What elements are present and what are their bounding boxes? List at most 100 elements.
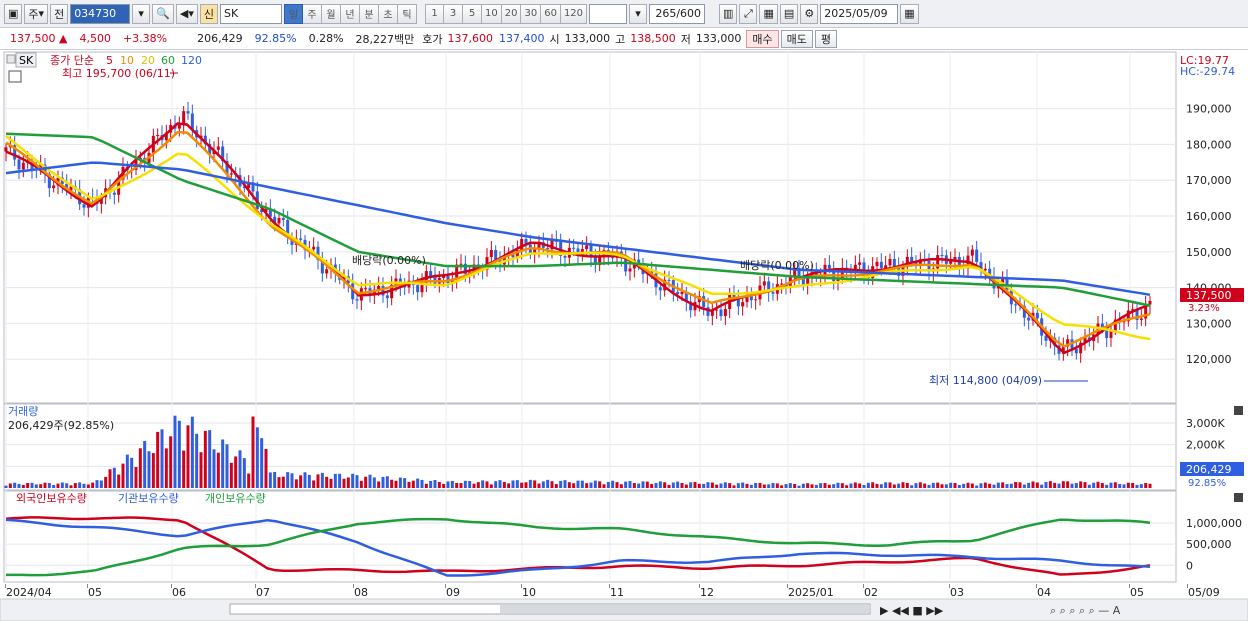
interval-60[interactable]: 60 <box>541 3 561 24</box>
name-input[interactable]: SK <box>220 3 282 24</box>
interval-5[interactable]: 5 <box>463 3 482 24</box>
volume-bar <box>901 482 905 488</box>
price-tick-label: 190,000 <box>1186 103 1232 116</box>
candle-body <box>299 238 303 240</box>
volume-bar <box>871 482 875 488</box>
interval-10[interactable]: 10 <box>482 3 502 24</box>
interval-30[interactable]: 30 <box>521 3 542 24</box>
volume-bar <box>914 483 918 488</box>
volume-bar <box>684 484 688 488</box>
volume-bar <box>537 483 541 488</box>
volume-bar <box>238 450 242 488</box>
candle-body <box>489 250 493 258</box>
tab-minute[interactable]: 분 <box>360 3 379 24</box>
open-price: 133,000 <box>564 32 611 45</box>
ex-dividend-note-2: 배당락(0.00%) <box>740 259 814 272</box>
speaker-icon[interactable]: ◀▾ <box>175 3 198 24</box>
volume-bar <box>17 483 21 488</box>
symbol-label: SK <box>19 54 34 67</box>
volume-bar <box>260 438 264 488</box>
settings-icon[interactable] <box>6 54 16 64</box>
tab-tick[interactable]: 틱 <box>398 3 417 24</box>
buy-button[interactable]: 매수 <box>746 29 779 48</box>
interval-20[interactable]: 20 <box>501 3 522 24</box>
tab-year[interactable]: 년 <box>341 3 360 24</box>
x-tick-label: 09 <box>446 586 460 599</box>
volume-bar <box>975 485 979 488</box>
volume-bar <box>736 483 740 488</box>
calculator-icon[interactable] <box>8 70 22 83</box>
close-icon[interactable] <box>1234 406 1243 415</box>
sell-button[interactable]: 매도 <box>780 29 813 48</box>
candle-body <box>494 250 498 260</box>
compare-icon[interactable]: ⤢ <box>739 3 758 24</box>
save-icon[interactable]: ▤ <box>779 3 799 24</box>
volume-bar <box>151 453 155 488</box>
interval-1[interactable]: 1 <box>425 3 444 24</box>
volume-bar <box>173 415 177 488</box>
chart-type-icon[interactable]: ▥ <box>719 3 738 24</box>
volume-bar <box>104 476 108 488</box>
volume-bar <box>546 479 550 488</box>
dropdown-icon[interactable]: ▾ <box>132 3 151 24</box>
volume-bar <box>988 483 992 488</box>
volume-bar <box>143 440 147 488</box>
candle-body <box>572 247 576 249</box>
low-note: 최저 114,800 (04/09) <box>929 374 1042 387</box>
scroll-controls-icon[interactable]: ▶ ◀◀ ■ ▶▶ <box>880 604 944 617</box>
volume-bar <box>1048 481 1052 488</box>
volume-bar <box>615 482 619 488</box>
scroll-thumb[interactable] <box>500 605 870 613</box>
calendar-icon[interactable]: ▦ <box>900 3 919 24</box>
stock-chart[interactable]: 190,000180,000170,000160,000150,000140,0… <box>0 50 1248 622</box>
chart-area[interactable]: 190,000180,000170,000160,000150,000140,0… <box>0 50 1248 622</box>
candle-body <box>82 204 86 208</box>
market-select[interactable]: 주 ▾ <box>24 3 49 24</box>
code-input[interactable]: 034730 <box>70 3 131 24</box>
volume-bar <box>927 484 931 488</box>
zoom-tools-icon[interactable]: ⌕ ⌕ ⌕ ⌕ ⌕ — A <box>1050 604 1121 617</box>
tab-week[interactable]: 주 <box>303 3 322 24</box>
volume-bar <box>472 483 476 488</box>
interval-tabs: 1 3 5 10 20 30 60 120 <box>425 3 588 24</box>
window-icon[interactable]: ▣ <box>4 3 23 24</box>
volume-bar <box>780 485 784 488</box>
close-icon[interactable] <box>1234 493 1243 502</box>
date-input[interactable]: 2025/05/09 <box>820 3 899 24</box>
indicator-icon[interactable]: ▦ <box>759 3 778 24</box>
volume-bar <box>1131 482 1135 488</box>
volume-bar <box>476 482 480 488</box>
interval-120[interactable]: 120 <box>560 3 588 24</box>
volume-bar <box>225 444 229 488</box>
volume-bar <box>671 482 675 488</box>
volume-bar <box>667 484 671 488</box>
custom-interval-input[interactable] <box>589 3 628 24</box>
search-icon[interactable]: 🔍 <box>152 3 174 24</box>
volume-bar <box>745 483 749 488</box>
x-axis-ticks: 2024/04 05 06 07 08 09 10 11 12 2025/01 02 03 04 05 05… <box>5 584 1220 599</box>
volume-bar <box>303 472 307 488</box>
prev-button[interactable]: 전 <box>50 3 69 24</box>
volume-current-tag-text: 206,429 <box>1186 463 1232 476</box>
tab-day[interactable]: 일 <box>284 3 303 24</box>
volume-bar <box>1139 484 1143 488</box>
interval-3[interactable]: 3 <box>444 3 463 24</box>
volume-bar <box>996 482 1000 488</box>
volume-bar <box>112 467 116 488</box>
eval-button[interactable]: 평 <box>814 29 838 48</box>
candle-body <box>771 292 775 294</box>
volume-bar <box>1083 482 1087 488</box>
volume-bar <box>541 481 545 488</box>
volume-bar <box>524 482 528 488</box>
candle-body <box>277 218 281 224</box>
volume-bar <box>498 480 502 488</box>
tab-month[interactable]: 월 <box>322 3 341 24</box>
gear-icon[interactable]: ⚙ <box>800 3 819 24</box>
tab-second[interactable]: 초 <box>379 3 398 24</box>
volume-bar <box>758 482 762 488</box>
bid-price: 137,400 <box>499 32 545 45</box>
volume-bar <box>346 477 350 488</box>
count-input[interactable]: 265/600 <box>649 3 706 24</box>
volume-bar <box>403 478 407 488</box>
chevron-down-icon[interactable]: ▾ <box>629 3 648 24</box>
